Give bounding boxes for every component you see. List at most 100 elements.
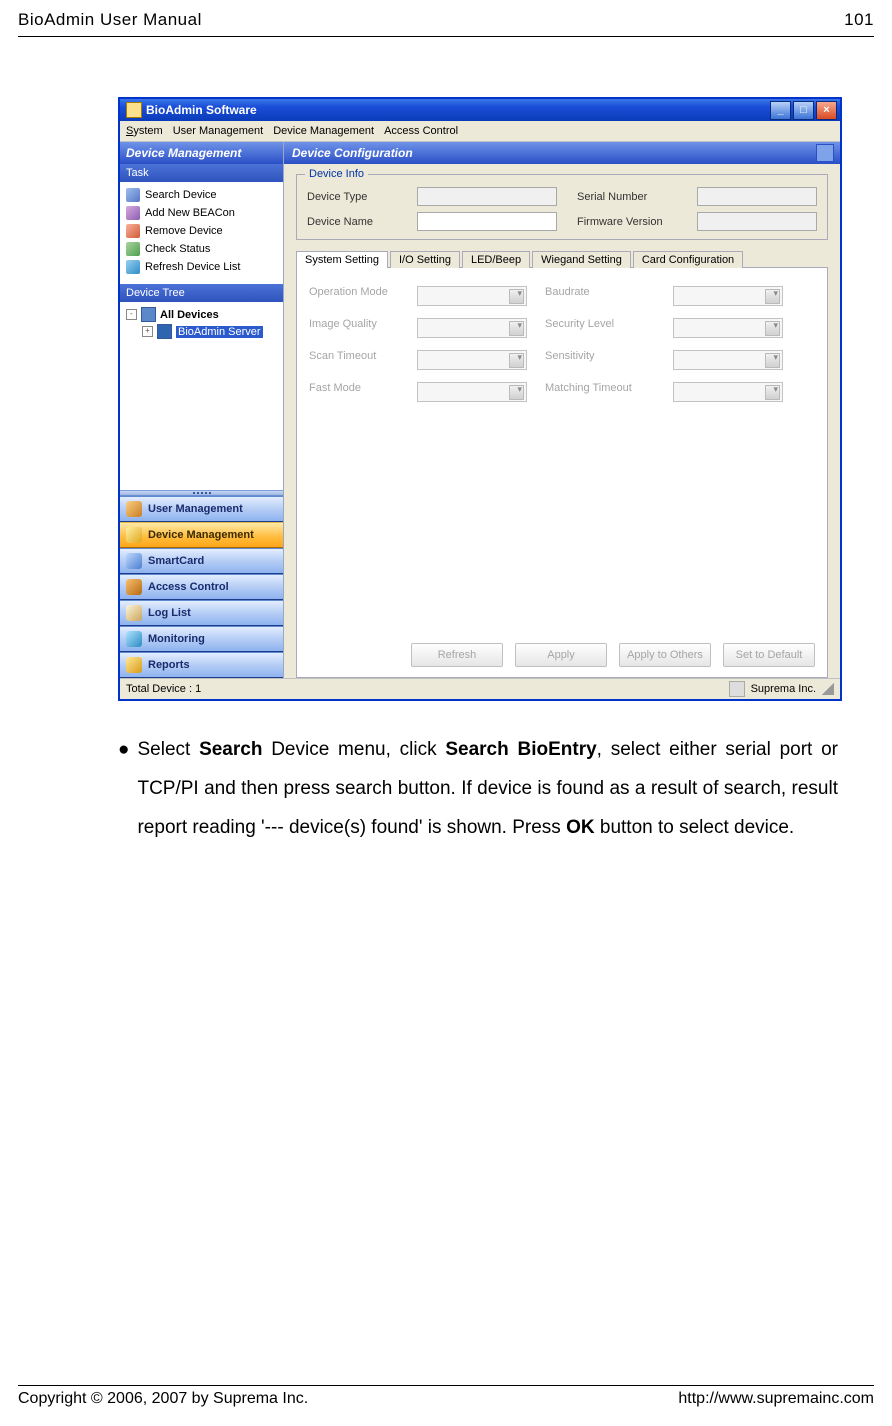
minimize-button[interactable]: _ (770, 101, 791, 120)
menu-system[interactable]: System (126, 125, 163, 137)
security-level-combo[interactable] (673, 318, 783, 338)
matching-timeout-combo[interactable] (673, 382, 783, 402)
scan-timeout-label: Scan Timeout (309, 350, 399, 370)
operation-mode-combo[interactable] (417, 286, 527, 306)
nav-monitoring[interactable]: Monitoring (120, 626, 283, 652)
copyright-text: Copyright © 2006, 2007 by Suprema Inc. (18, 1390, 308, 1408)
fast-mode-combo[interactable] (417, 382, 527, 402)
device-type-label: Device Type (307, 187, 397, 206)
menu-access-control[interactable]: Access Control (384, 125, 458, 137)
device-type-field (417, 187, 557, 206)
server-icon (157, 324, 172, 339)
search-icon (126, 188, 140, 202)
check-icon (126, 242, 140, 256)
app-window: BioAdmin Software _ □ × System User Mana… (118, 97, 842, 701)
instruction-paragraph: ● Select Search Device menu, click Searc… (118, 731, 838, 848)
tab-io-setting[interactable]: I/O Setting (390, 251, 460, 268)
window-title: BioAdmin Software (146, 103, 768, 117)
baudrate-label: Baudrate (545, 286, 655, 306)
footer-rule (18, 1385, 874, 1386)
nav-user-management[interactable]: User Management (120, 496, 283, 522)
device-name-field[interactable] (417, 212, 557, 231)
tab-system-setting[interactable]: System Setting (296, 251, 388, 268)
nav-device-management[interactable]: Device Management (120, 522, 283, 548)
serial-number-label: Serial Number (577, 187, 677, 206)
tree-header: Device Tree (120, 284, 283, 302)
set-default-button[interactable]: Set to Default (723, 643, 815, 667)
task-header: Task (120, 164, 283, 182)
titlebar: BioAdmin Software _ □ × (120, 99, 840, 121)
image-quality-label: Image Quality (309, 318, 399, 338)
smartcard-icon (126, 553, 142, 569)
matching-timeout-label: Matching Timeout (545, 382, 655, 402)
refresh-button[interactable]: Refresh (411, 643, 503, 667)
tab-content: Operation Mode Baudrate Image Quality Se… (296, 267, 828, 678)
task-check-status[interactable]: Check Status (124, 240, 279, 258)
device-info-group: Device Info Device Type Serial Number De… (296, 174, 828, 240)
apply-button[interactable]: Apply (515, 643, 607, 667)
tab-wiegand-setting[interactable]: Wiegand Setting (532, 251, 631, 268)
firmware-version-label: Firmware Version (577, 212, 677, 231)
task-add-beacon[interactable]: Add New BEACon (124, 204, 279, 222)
firmware-version-field (697, 212, 817, 231)
refresh-icon (126, 260, 140, 274)
statusbar: Total Device : 1 Suprema Inc. (120, 678, 840, 699)
menu-user-management[interactable]: User Management (173, 125, 264, 137)
tab-card-configuration[interactable]: Card Configuration (633, 251, 743, 268)
bullet-icon: ● (118, 731, 129, 848)
footer-url: http://www.supremainc.com (678, 1390, 874, 1408)
task-search-device[interactable]: Search Device (124, 186, 279, 204)
lock-icon (126, 579, 142, 595)
status-total-device: Total Device : 1 (126, 683, 201, 695)
security-level-label: Security Level (545, 318, 655, 338)
strong-search-bioentry: Search BioEntry (445, 739, 596, 760)
tree-child-row[interactable]: + BioAdmin Server (126, 323, 277, 340)
tree-selected-item: BioAdmin Server (176, 326, 263, 338)
nav-access-control[interactable]: Access Control (120, 574, 283, 600)
tree-root-row[interactable]: - All Devices (126, 306, 277, 323)
add-icon (126, 206, 140, 220)
config-tabs: System Setting I/O Setting LED/Beep Wieg… (296, 250, 828, 267)
header-rule (18, 36, 874, 37)
strong-search: Search (199, 739, 262, 760)
strong-ok: OK (566, 817, 595, 838)
maximize-button[interactable]: □ (793, 101, 814, 120)
nav-log-list[interactable]: Log List (120, 600, 283, 626)
serial-number-field (697, 187, 817, 206)
apply-others-button[interactable]: Apply to Others (619, 643, 711, 667)
left-panel: Device Management Task Search Device Add… (120, 142, 284, 678)
left-panel-title: Device Management (120, 142, 283, 164)
baudrate-combo[interactable] (673, 286, 783, 306)
resize-grip-icon[interactable] (822, 683, 834, 695)
scan-timeout-combo[interactable] (417, 350, 527, 370)
app-icon (126, 102, 142, 118)
page-number: 101 (844, 10, 874, 30)
sensitivity-combo[interactable] (673, 350, 783, 370)
tree-expand-icon[interactable]: + (142, 326, 153, 337)
task-remove-device[interactable]: Remove Device (124, 222, 279, 240)
fast-mode-label: Fast Mode (309, 382, 399, 402)
image-quality-combo[interactable] (417, 318, 527, 338)
right-panel: Device Configuration Device Info Device … (284, 142, 840, 678)
menu-device-management[interactable]: Device Management (273, 125, 374, 137)
nav-smartcard[interactable]: SmartCard (120, 548, 283, 574)
log-icon (126, 605, 142, 621)
tree-collapse-icon[interactable]: - (126, 309, 137, 320)
remove-icon (126, 224, 140, 238)
status-vendor: Suprema Inc. (751, 683, 816, 695)
config-icon (816, 144, 834, 162)
devices-icon (141, 307, 156, 322)
task-refresh-list[interactable]: Refresh Device List (124, 258, 279, 276)
report-icon (126, 657, 142, 673)
tab-led-beep[interactable]: LED/Beep (462, 251, 530, 268)
menubar: System User Management Device Management… (120, 121, 840, 142)
nav-reports[interactable]: Reports (120, 652, 283, 678)
close-button[interactable]: × (816, 101, 837, 120)
users-icon (126, 501, 142, 517)
device-name-label: Device Name (307, 212, 397, 231)
vendor-icon (729, 681, 745, 697)
doc-header-left: BioAdmin User Manual (18, 10, 202, 30)
sensitivity-label: Sensitivity (545, 350, 655, 370)
device-tree: - All Devices + BioAdmin Server (120, 302, 283, 490)
device-icon (126, 527, 142, 543)
